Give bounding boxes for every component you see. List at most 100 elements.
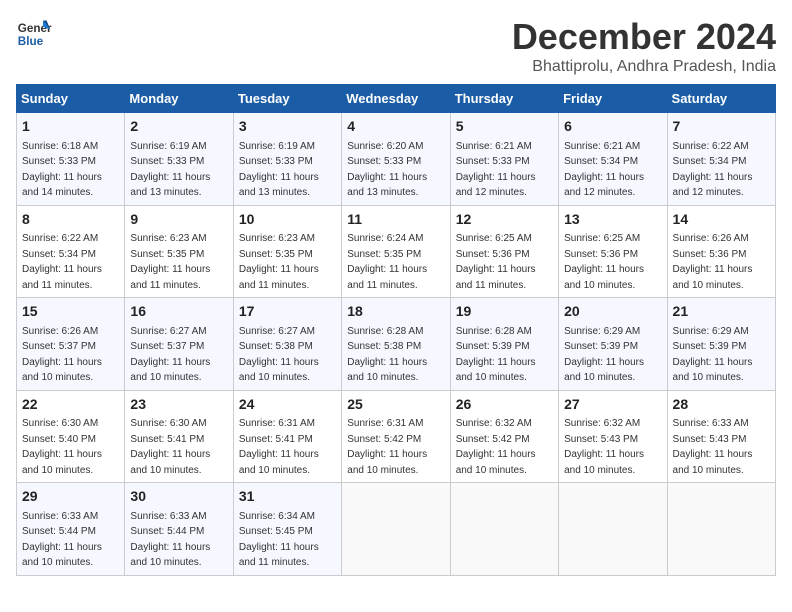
cell-daylight: Daylight: 11 hours and 10 minutes. bbox=[673, 264, 753, 291]
cell-sunrise: Sunrise: 6:28 AM bbox=[347, 326, 423, 337]
day-number: 26 bbox=[456, 395, 553, 415]
cell-daylight: Daylight: 11 hours and 10 minutes. bbox=[130, 357, 210, 384]
logo-icon: General Blue bbox=[16, 16, 52, 52]
cell-sunrise: Sunrise: 6:32 AM bbox=[456, 418, 532, 429]
cell-sunrise: Sunrise: 6:26 AM bbox=[673, 233, 749, 244]
cell-sunset: Sunset: 5:40 PM bbox=[22, 434, 96, 445]
day-number: 23 bbox=[130, 395, 227, 415]
logo: General Blue bbox=[16, 16, 52, 52]
calendar-cell: 4 Sunrise: 6:20 AM Sunset: 5:33 PM Dayli… bbox=[342, 113, 450, 206]
cell-daylight: Daylight: 11 hours and 12 minutes. bbox=[564, 172, 644, 199]
day-number: 12 bbox=[456, 210, 553, 230]
day-number: 31 bbox=[239, 487, 336, 507]
cell-sunset: Sunset: 5:42 PM bbox=[456, 434, 530, 445]
cell-sunset: Sunset: 5:33 PM bbox=[347, 156, 421, 167]
day-number: 2 bbox=[130, 117, 227, 137]
cell-sunset: Sunset: 5:42 PM bbox=[347, 434, 421, 445]
cell-daylight: Daylight: 11 hours and 10 minutes. bbox=[239, 357, 319, 384]
calendar-week-row: 1 Sunrise: 6:18 AM Sunset: 5:33 PM Dayli… bbox=[17, 113, 776, 206]
cell-sunset: Sunset: 5:41 PM bbox=[130, 434, 204, 445]
cell-sunset: Sunset: 5:37 PM bbox=[130, 341, 204, 352]
cell-sunset: Sunset: 5:36 PM bbox=[564, 249, 638, 260]
cell-daylight: Daylight: 11 hours and 13 minutes. bbox=[239, 172, 319, 199]
calendar-table: SundayMondayTuesdayWednesdayThursdayFrid… bbox=[16, 84, 776, 576]
cell-daylight: Daylight: 11 hours and 13 minutes. bbox=[130, 172, 210, 199]
svg-text:Blue: Blue bbox=[18, 35, 44, 48]
cell-sunset: Sunset: 5:35 PM bbox=[239, 249, 313, 260]
calendar-cell: 14 Sunrise: 6:26 AM Sunset: 5:36 PM Dayl… bbox=[667, 205, 775, 298]
calendar-cell: 2 Sunrise: 6:19 AM Sunset: 5:33 PM Dayli… bbox=[125, 113, 233, 206]
cell-sunrise: Sunrise: 6:25 AM bbox=[456, 233, 532, 244]
cell-sunrise: Sunrise: 6:19 AM bbox=[239, 141, 315, 152]
cell-sunset: Sunset: 5:34 PM bbox=[22, 249, 96, 260]
page-header: General Blue December 2024 Bhattiprolu, … bbox=[16, 16, 776, 76]
calendar-cell bbox=[667, 483, 775, 576]
calendar-cell: 29 Sunrise: 6:33 AM Sunset: 5:44 PM Dayl… bbox=[17, 483, 125, 576]
cell-sunset: Sunset: 5:33 PM bbox=[239, 156, 313, 167]
cell-sunrise: Sunrise: 6:33 AM bbox=[673, 418, 749, 429]
day-number: 7 bbox=[673, 117, 770, 137]
calendar-cell: 18 Sunrise: 6:28 AM Sunset: 5:38 PM Dayl… bbox=[342, 298, 450, 391]
cell-sunrise: Sunrise: 6:19 AM bbox=[130, 141, 206, 152]
calendar-cell: 16 Sunrise: 6:27 AM Sunset: 5:37 PM Dayl… bbox=[125, 298, 233, 391]
cell-sunrise: Sunrise: 6:23 AM bbox=[239, 233, 315, 244]
calendar-cell: 10 Sunrise: 6:23 AM Sunset: 5:35 PM Dayl… bbox=[233, 205, 341, 298]
cell-sunset: Sunset: 5:34 PM bbox=[564, 156, 638, 167]
cell-sunset: Sunset: 5:39 PM bbox=[673, 341, 747, 352]
cell-sunset: Sunset: 5:37 PM bbox=[22, 341, 96, 352]
day-number: 16 bbox=[130, 302, 227, 322]
day-number: 1 bbox=[22, 117, 119, 137]
cell-sunrise: Sunrise: 6:28 AM bbox=[456, 326, 532, 337]
cell-daylight: Daylight: 11 hours and 10 minutes. bbox=[347, 357, 427, 384]
cell-daylight: Daylight: 11 hours and 10 minutes. bbox=[130, 542, 210, 569]
calendar-cell: 22 Sunrise: 6:30 AM Sunset: 5:40 PM Dayl… bbox=[17, 390, 125, 483]
cell-daylight: Daylight: 11 hours and 10 minutes. bbox=[564, 357, 644, 384]
cell-sunrise: Sunrise: 6:31 AM bbox=[239, 418, 315, 429]
calendar-cell: 5 Sunrise: 6:21 AM Sunset: 5:33 PM Dayli… bbox=[450, 113, 558, 206]
cell-daylight: Daylight: 11 hours and 11 minutes. bbox=[347, 264, 427, 291]
day-number: 20 bbox=[564, 302, 661, 322]
calendar-cell: 25 Sunrise: 6:31 AM Sunset: 5:42 PM Dayl… bbox=[342, 390, 450, 483]
cell-daylight: Daylight: 11 hours and 14 minutes. bbox=[22, 172, 102, 199]
cell-sunset: Sunset: 5:38 PM bbox=[239, 341, 313, 352]
day-number: 22 bbox=[22, 395, 119, 415]
cell-sunrise: Sunrise: 6:34 AM bbox=[239, 511, 315, 522]
cell-sunrise: Sunrise: 6:32 AM bbox=[564, 418, 640, 429]
day-number: 13 bbox=[564, 210, 661, 230]
calendar-cell: 17 Sunrise: 6:27 AM Sunset: 5:38 PM Dayl… bbox=[233, 298, 341, 391]
cell-sunrise: Sunrise: 6:30 AM bbox=[130, 418, 206, 429]
calendar-week-row: 29 Sunrise: 6:33 AM Sunset: 5:44 PM Dayl… bbox=[17, 483, 776, 576]
cell-sunrise: Sunrise: 6:29 AM bbox=[564, 326, 640, 337]
cell-daylight: Daylight: 11 hours and 10 minutes. bbox=[130, 449, 210, 476]
cell-sunrise: Sunrise: 6:26 AM bbox=[22, 326, 98, 337]
cell-sunrise: Sunrise: 6:22 AM bbox=[673, 141, 749, 152]
cell-daylight: Daylight: 11 hours and 10 minutes. bbox=[564, 449, 644, 476]
cell-daylight: Daylight: 11 hours and 10 minutes. bbox=[456, 357, 536, 384]
calendar-cell: 13 Sunrise: 6:25 AM Sunset: 5:36 PM Dayl… bbox=[559, 205, 667, 298]
cell-sunset: Sunset: 5:35 PM bbox=[347, 249, 421, 260]
day-number: 9 bbox=[130, 210, 227, 230]
calendar-cell: 8 Sunrise: 6:22 AM Sunset: 5:34 PM Dayli… bbox=[17, 205, 125, 298]
day-number: 14 bbox=[673, 210, 770, 230]
cell-sunset: Sunset: 5:35 PM bbox=[130, 249, 204, 260]
day-number: 11 bbox=[347, 210, 444, 230]
calendar-cell: 7 Sunrise: 6:22 AM Sunset: 5:34 PM Dayli… bbox=[667, 113, 775, 206]
cell-sunrise: Sunrise: 6:33 AM bbox=[22, 511, 98, 522]
cell-daylight: Daylight: 11 hours and 10 minutes. bbox=[456, 449, 536, 476]
calendar-cell: 27 Sunrise: 6:32 AM Sunset: 5:43 PM Dayl… bbox=[559, 390, 667, 483]
cell-sunset: Sunset: 5:45 PM bbox=[239, 526, 313, 537]
cell-daylight: Daylight: 11 hours and 10 minutes. bbox=[347, 449, 427, 476]
cell-sunset: Sunset: 5:44 PM bbox=[130, 526, 204, 537]
day-number: 28 bbox=[673, 395, 770, 415]
calendar-cell: 23 Sunrise: 6:30 AM Sunset: 5:41 PM Dayl… bbox=[125, 390, 233, 483]
day-number: 30 bbox=[130, 487, 227, 507]
cell-daylight: Daylight: 11 hours and 10 minutes. bbox=[564, 264, 644, 291]
cell-sunrise: Sunrise: 6:33 AM bbox=[130, 511, 206, 522]
calendar-week-row: 15 Sunrise: 6:26 AM Sunset: 5:37 PM Dayl… bbox=[17, 298, 776, 391]
calendar-cell: 9 Sunrise: 6:23 AM Sunset: 5:35 PM Dayli… bbox=[125, 205, 233, 298]
day-number: 19 bbox=[456, 302, 553, 322]
day-number: 29 bbox=[22, 487, 119, 507]
calendar-cell bbox=[450, 483, 558, 576]
cell-daylight: Daylight: 11 hours and 11 minutes. bbox=[239, 542, 319, 569]
cell-daylight: Daylight: 11 hours and 11 minutes. bbox=[130, 264, 210, 291]
